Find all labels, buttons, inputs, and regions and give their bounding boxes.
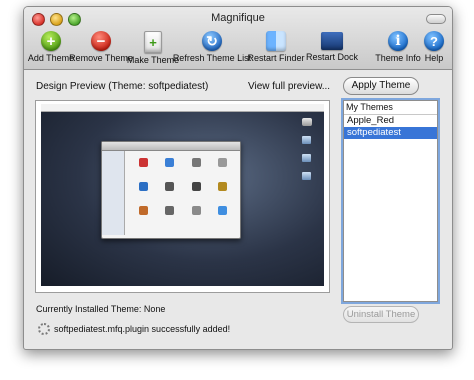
app-icon	[218, 206, 228, 215]
theme-info-label: Theme Info	[375, 53, 421, 63]
remove-theme-label: Remove Theme	[69, 53, 133, 63]
installed-theme-label: Currently Installed Theme: None	[36, 304, 166, 314]
apply-theme-button[interactable]: Apply Theme	[343, 77, 419, 95]
help-button[interactable]: ? Help	[422, 31, 446, 67]
app-icon	[191, 158, 201, 167]
app-icon	[218, 158, 228, 167]
app-icon	[165, 158, 175, 167]
titlebar: Magnifique + Add Theme − Remove Theme + …	[24, 7, 452, 70]
make-theme-label: Make Theme	[126, 55, 180, 65]
make-theme-button[interactable]: + Make Theme	[126, 31, 180, 67]
app-icon	[165, 182, 175, 191]
app-icon	[191, 182, 201, 191]
app-icon	[218, 182, 228, 191]
app-icon	[165, 206, 175, 215]
restart-finder-button[interactable]: Restart Finder	[247, 31, 305, 67]
window-title: Magnifique	[211, 12, 265, 24]
add-theme-button[interactable]: + Add Theme	[27, 31, 75, 67]
preview-finder-window	[101, 141, 241, 239]
app-icon	[138, 206, 148, 215]
folder-icon	[302, 172, 311, 180]
toolbar-toggle-button[interactable]	[426, 14, 446, 24]
design-preview	[35, 100, 330, 293]
theme-row-apple-red[interactable]: Apple_Red	[344, 115, 437, 127]
refresh-icon: ↻	[202, 31, 222, 51]
finder-icon	[266, 31, 286, 51]
preview-heading: Design Preview (Theme: softpediatest)	[36, 81, 209, 92]
view-full-preview-link[interactable]: View full preview...	[248, 81, 330, 92]
document-plus-icon: +	[144, 31, 162, 53]
restart-finder-label: Restart Finder	[247, 53, 305, 63]
uninstall-theme-button[interactable]: Uninstall Theme	[343, 306, 419, 323]
preview-app-grid	[130, 156, 236, 228]
status-message: softpediatest.mfq.plugin successfully ad…	[54, 324, 231, 334]
spinner-icon	[38, 323, 50, 335]
status-bar: softpediatest.mfq.plugin successfully ad…	[38, 323, 230, 335]
info-icon: i	[388, 31, 408, 51]
remove-theme-button[interactable]: − Remove Theme	[69, 31, 133, 67]
main-content: Design Preview (Theme: softpediatest) Vi…	[24, 70, 452, 349]
preview-window-titlebar	[102, 142, 240, 151]
app-icon	[138, 158, 148, 167]
themes-list-header: My Themes	[344, 101, 437, 115]
preview-screenshot	[41, 104, 324, 286]
toolbar: + Add Theme − Remove Theme + Make Theme …	[24, 31, 452, 67]
dock-icon	[321, 32, 343, 50]
plus-circle-icon: +	[41, 31, 61, 51]
restart-dock-button[interactable]: Restart Dock	[305, 31, 359, 67]
app-icon	[138, 182, 148, 191]
restart-dock-label: Restart Dock	[305, 52, 358, 62]
refresh-theme-list-button[interactable]: ↻ Refresh Theme List	[173, 31, 251, 67]
theme-row-softpediatest[interactable]: softpediatest	[344, 127, 437, 139]
preview-window-sidebar	[102, 151, 125, 235]
folder-icon	[302, 136, 311, 144]
help-label: Help	[424, 53, 444, 63]
theme-info-button[interactable]: i Theme Info	[375, 31, 421, 67]
refresh-theme-list-label: Refresh Theme List	[172, 53, 252, 63]
hard-disk-icon	[302, 118, 312, 126]
minus-circle-icon: −	[91, 31, 111, 51]
preview-desktop-icons	[302, 118, 312, 190]
help-icon: ?	[424, 31, 444, 51]
preview-menubar	[41, 104, 324, 112]
folder-icon	[302, 154, 311, 162]
themes-list[interactable]: My Themes Apple_Red softpediatest	[341, 98, 440, 304]
main-window: Magnifique + Add Theme − Remove Theme + …	[23, 6, 453, 350]
add-theme-label: Add Theme	[27, 53, 75, 63]
app-icon	[191, 206, 201, 215]
